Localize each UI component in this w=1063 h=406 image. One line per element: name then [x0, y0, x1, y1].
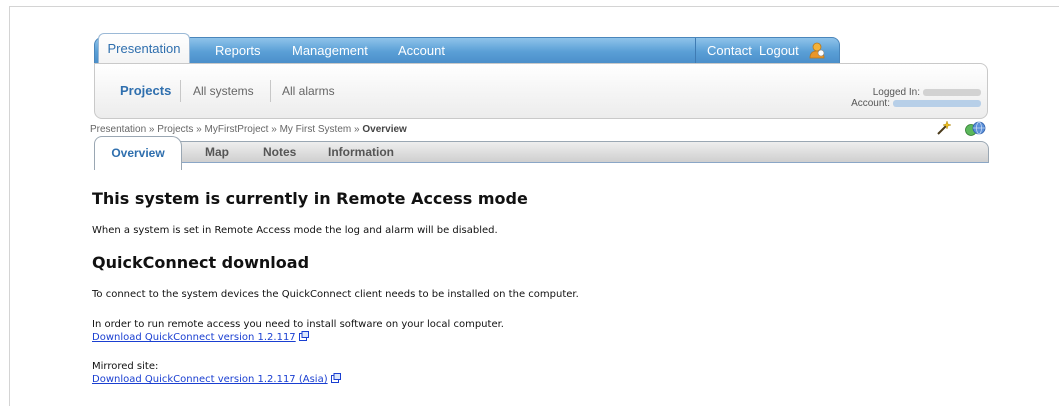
breadcrumb-separator: » — [193, 124, 205, 135]
redacted-username — [923, 88, 981, 96]
tab-information[interactable]: Information — [328, 142, 394, 163]
breadcrumb-separator: » — [351, 124, 363, 135]
breadcrumb-item[interactable]: My First System — [280, 124, 352, 135]
mirror-link-text[interactable]: Download QuickConnect version 1.2.117 (A… — [92, 374, 328, 385]
user-icon[interactable] — [808, 42, 826, 59]
mirror-download-link[interactable]: Download QuickConnect version 1.2.117 (A… — [92, 373, 341, 386]
page-title: This system is currently in Remote Acces… — [92, 189, 528, 208]
download-link[interactable]: Download QuickConnect version 1.2.117 — [92, 331, 309, 344]
tab-map[interactable]: Map — [205, 142, 229, 163]
nav-divider — [695, 38, 696, 64]
sub-navigation: Projects All systems All alarms Logged I… — [94, 63, 988, 119]
subnav-separator — [270, 80, 271, 102]
logged-in-label: Logged In: — [872, 87, 920, 98]
remote-globe-icon[interactable] — [963, 121, 987, 137]
breadcrumb-separator: » — [146, 124, 158, 135]
nav-tab-reports[interactable]: Reports — [215, 38, 261, 64]
breadcrumb-separator: » — [268, 124, 280, 135]
logout-link[interactable]: Logout — [759, 38, 799, 64]
tab-notes[interactable]: Notes — [263, 142, 296, 163]
connect-note: To connect to the system devices the Qui… — [92, 289, 579, 300]
remote-access-note: When a system is set in Remote Access mo… — [92, 225, 498, 236]
nav-tab-presentation[interactable]: Presentation — [98, 33, 190, 64]
login-info: Logged In: Account: — [831, 87, 981, 109]
subnav-all-systems[interactable]: All systems — [193, 83, 254, 99]
breadcrumb-item[interactable]: Presentation — [90, 124, 146, 135]
subnav-separator — [180, 80, 181, 102]
nav-tab-account[interactable]: Account — [398, 38, 445, 64]
account-label: Account: — [851, 98, 890, 109]
download-heading: QuickConnect download — [92, 253, 310, 272]
breadcrumb-item[interactable]: Projects — [157, 124, 193, 135]
tab-overview[interactable]: Overview — [94, 136, 182, 170]
contact-link[interactable]: Contact — [707, 38, 752, 64]
subnav-projects[interactable]: Projects — [120, 83, 171, 99]
main-navigation: Presentation Reports Management Account … — [94, 33, 840, 64]
external-link-icon — [330, 373, 341, 383]
redacted-account — [893, 99, 981, 107]
mirror-label: Mirrored site: — [92, 361, 159, 372]
breadcrumb: Presentation » Projects » MyFirstProject… — [90, 123, 990, 137]
install-note: In order to run remote access you need t… — [92, 319, 504, 330]
external-link-icon — [298, 331, 309, 341]
magic-wand-icon[interactable] — [936, 120, 952, 136]
breadcrumb-current: Overview — [362, 124, 407, 135]
system-tabs: Overview Map Notes Information — [94, 136, 989, 170]
breadcrumb-item[interactable]: MyFirstProject — [205, 124, 269, 135]
subnav-all-alarms[interactable]: All alarms — [282, 83, 335, 99]
nav-tab-management[interactable]: Management — [292, 38, 368, 64]
download-link-text[interactable]: Download QuickConnect version 1.2.117 — [92, 332, 296, 343]
